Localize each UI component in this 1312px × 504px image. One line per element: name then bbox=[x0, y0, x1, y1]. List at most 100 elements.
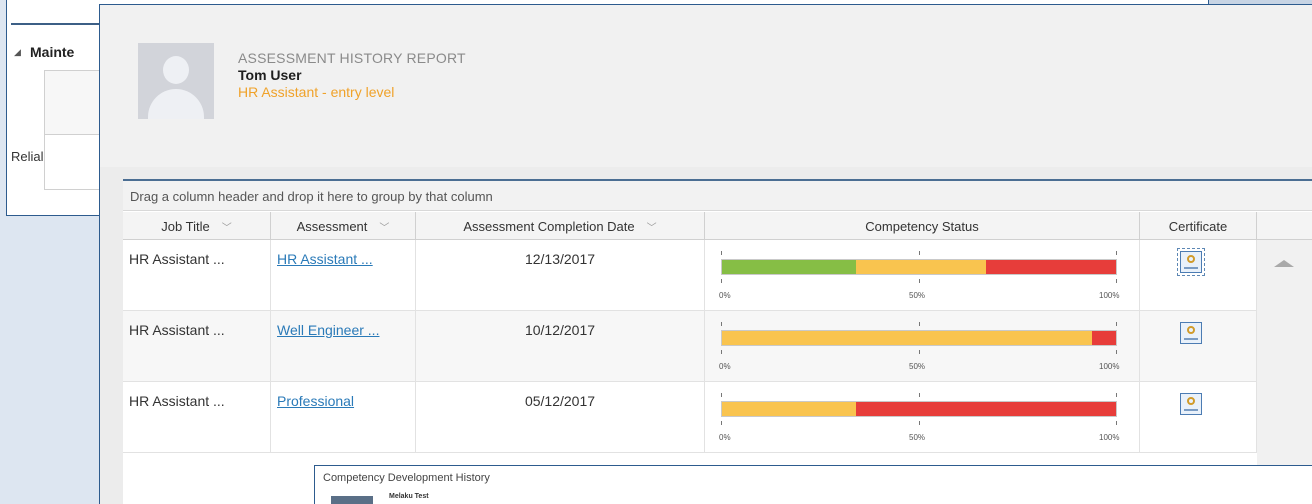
scale-label-50: 50% bbox=[909, 433, 926, 442]
column-header-assessment[interactable]: Assessment ﹀ bbox=[271, 212, 416, 240]
certificate-cell bbox=[1140, 240, 1257, 311]
column-header-job-title[interactable]: Job Title ﹀ bbox=[123, 212, 271, 240]
scale-label-0: 0% bbox=[719, 291, 731, 300]
scale-tick bbox=[1116, 279, 1117, 283]
certificate-icon[interactable] bbox=[1180, 393, 1202, 415]
assessment-grid: Drag a column header and drop it here to… bbox=[123, 179, 1312, 504]
job-title-cell: HR Assistant ... bbox=[123, 311, 271, 382]
competency-status-bar bbox=[721, 322, 1117, 354]
scale-tick bbox=[1116, 322, 1117, 326]
collapse-caret-icon[interactable]: ◢ bbox=[14, 47, 21, 58]
avatar-head-shape bbox=[163, 56, 189, 84]
certificate-ribbon-shape bbox=[1187, 326, 1195, 334]
competency-status-bar bbox=[721, 251, 1117, 283]
completion-date-cell: 05/12/2017 bbox=[416, 382, 705, 453]
scale-label-50: 50% bbox=[909, 362, 926, 371]
chevron-down-icon[interactable]: ﹀ bbox=[647, 219, 657, 234]
status-segment-red bbox=[986, 260, 1116, 274]
scale-tick bbox=[721, 393, 722, 397]
certificate-icon[interactable] bbox=[1177, 248, 1205, 276]
certificate-ribbon-shape bbox=[1187, 397, 1195, 405]
scale-label-0: 0% bbox=[719, 433, 731, 442]
scale-tick bbox=[1116, 251, 1117, 255]
report-title: ASSESSMENT HISTORY REPORT bbox=[238, 50, 466, 66]
competency-status-cell: 0% 50% 100% bbox=[705, 311, 1140, 382]
background-section-heading: Mainte bbox=[30, 44, 75, 60]
completion-date-cell: 12/13/2017 bbox=[416, 240, 705, 311]
column-header-competency-status[interactable]: Competency Status bbox=[705, 212, 1140, 240]
scale-label-100: 100% bbox=[1099, 362, 1120, 371]
completion-date-text: 10/12/2017 bbox=[524, 322, 596, 338]
competency-status-bar bbox=[721, 393, 1117, 425]
column-header-certificate[interactable]: Certificate bbox=[1140, 212, 1257, 240]
popup-user-name: Melaku Test bbox=[389, 493, 429, 500]
status-segment-yellow bbox=[722, 402, 856, 416]
status-segment-yellow bbox=[722, 331, 1092, 345]
assessment-cell: HR Assistant ... bbox=[271, 240, 416, 311]
background-divider bbox=[11, 23, 111, 25]
scale-tick bbox=[919, 350, 920, 354]
scale-tick bbox=[721, 421, 722, 425]
scroll-up-icon[interactable] bbox=[1274, 260, 1294, 267]
status-segment-red bbox=[1092, 331, 1116, 345]
job-title-cell: HR Assistant ... bbox=[123, 240, 271, 311]
assessment-cell: Professional bbox=[271, 382, 416, 453]
scale-label-100: 100% bbox=[1099, 291, 1120, 300]
scale-label-100: 100% bbox=[1099, 433, 1120, 442]
column-label: Assessment Completion Date bbox=[463, 218, 635, 234]
job-title-cell: HR Assistant ... bbox=[123, 382, 271, 453]
certificate-ribbon-shape bbox=[1187, 255, 1195, 263]
column-label: Competency Status bbox=[865, 218, 979, 234]
grid-header-row: Job Title ﹀ Assessment ﹀ Assessment Comple… bbox=[123, 212, 1312, 240]
completion-date-cell: 10/12/2017 bbox=[416, 311, 705, 382]
scale-tick bbox=[919, 393, 920, 397]
job-title-text: HR Assistant ... bbox=[129, 322, 225, 338]
competency-status-cell: 0% 50% 100% bbox=[705, 382, 1140, 453]
scale-label-0: 0% bbox=[719, 362, 731, 371]
scale-tick bbox=[919, 251, 920, 255]
table-row[interactable]: HR Assistant ... Professional 05/12/2017… bbox=[123, 382, 1257, 453]
certificate-line-shape bbox=[1184, 409, 1198, 411]
status-segment-red bbox=[856, 402, 1116, 416]
scale-tick bbox=[1116, 393, 1117, 397]
certificate-line-shape bbox=[1184, 267, 1198, 269]
competency-development-popup: Competency Development History Melaku Te… bbox=[314, 465, 1312, 504]
assessment-cell: Well Engineer ... bbox=[271, 311, 416, 382]
scale-tick bbox=[1116, 421, 1117, 425]
certificate-line-shape bbox=[1184, 338, 1198, 340]
column-header-completion-date[interactable]: Assessment Completion Date ﹀ bbox=[416, 212, 705, 240]
scale-tick bbox=[919, 279, 920, 283]
popup-avatar bbox=[331, 496, 373, 504]
scale-tick bbox=[721, 350, 722, 354]
group-by-drop-zone[interactable]: Drag a column header and drop it here to… bbox=[123, 181, 1312, 211]
job-title-text: HR Assistant ... bbox=[129, 251, 225, 267]
certificate-icon[interactable] bbox=[1180, 322, 1202, 344]
scale-tick bbox=[721, 251, 722, 255]
column-label: Certificate bbox=[1168, 218, 1228, 234]
status-segment-green bbox=[722, 260, 856, 274]
scale-label-50: 50% bbox=[909, 291, 926, 300]
job-title-text: HR Assistant ... bbox=[129, 393, 225, 409]
scale-tick bbox=[721, 279, 722, 283]
column-label: Job Title bbox=[161, 218, 210, 234]
assessment-link[interactable]: HR Assistant ... bbox=[277, 251, 373, 267]
chevron-down-icon[interactable]: ﹀ bbox=[222, 219, 232, 234]
popup-title: Competency Development History bbox=[323, 472, 490, 484]
table-row[interactable]: HR Assistant ... Well Engineer ... 10/12… bbox=[123, 311, 1257, 382]
avatar bbox=[138, 43, 214, 119]
assessment-report-window: ASSESSMENT HISTORY REPORT Tom User HR As… bbox=[99, 4, 1312, 504]
scale-tick bbox=[919, 322, 920, 326]
report-header: ASSESSMENT HISTORY REPORT Tom User HR As… bbox=[100, 5, 1312, 167]
table-row[interactable]: HR Assistant ... HR Assistant ... 12/13/… bbox=[123, 240, 1257, 311]
competency-status-cell: 0% 50% 100% bbox=[705, 240, 1140, 311]
column-label: Assessment bbox=[296, 218, 368, 234]
user-name: Tom User bbox=[238, 67, 302, 83]
assessment-link[interactable]: Professional bbox=[277, 393, 354, 409]
scale-tick bbox=[721, 322, 722, 326]
chevron-down-icon[interactable]: ﹀ bbox=[379, 219, 389, 234]
assessment-link[interactable]: Well Engineer ... bbox=[277, 322, 379, 338]
scale-tick bbox=[919, 421, 920, 425]
user-role: HR Assistant - entry level bbox=[238, 84, 395, 100]
certificate-cell bbox=[1140, 311, 1257, 382]
completion-date-text: 05/12/2017 bbox=[524, 393, 596, 409]
